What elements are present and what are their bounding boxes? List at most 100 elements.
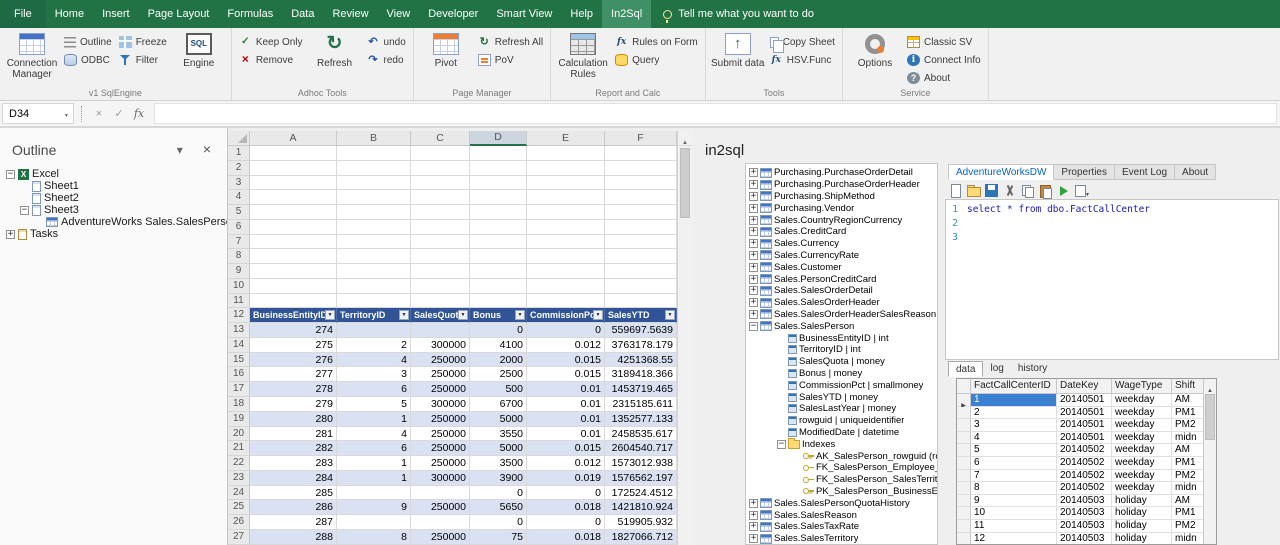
column-header-b[interactable]: B (337, 131, 411, 146)
cell-d25[interactable]: 5650 (470, 500, 527, 515)
cell-f21[interactable]: 2604540.717 (605, 441, 677, 456)
row-selector[interactable] (957, 495, 971, 508)
cell-f1[interactable] (605, 146, 677, 161)
cell-f22[interactable]: 1573012.938 (605, 456, 677, 471)
cell-c9[interactable] (411, 264, 470, 279)
button-odbc[interactable]: ODBC (62, 53, 114, 67)
button-keep-only[interactable]: Keep Only (237, 35, 305, 49)
expander-icon[interactable]: + (6, 230, 15, 239)
result-cell[interactable]: PM2 (1172, 520, 1205, 533)
cell-b2[interactable] (337, 161, 411, 176)
cell-f19[interactable]: 1352577.133 (605, 412, 677, 427)
row-header-13[interactable]: 13 (228, 323, 250, 338)
button-connect-info[interactable]: Connect Info (905, 53, 983, 67)
result-cell[interactable]: AM (1172, 495, 1205, 508)
cell-d7[interactable] (470, 235, 527, 250)
result-cell[interactable]: 20140503 (1057, 507, 1112, 520)
result-cell[interactable]: PM1 (1172, 507, 1205, 520)
button-pov[interactable]: PoV (476, 53, 545, 67)
cell-f14[interactable]: 3763178.179 (605, 338, 677, 353)
expander-icon[interactable]: + (749, 534, 758, 543)
cell-e27[interactable]: 0.018 (527, 530, 605, 545)
cell-e20[interactable]: 0.01 (527, 427, 605, 442)
cell-e1[interactable] (527, 146, 605, 161)
result-cell[interactable]: midn (1172, 482, 1205, 495)
result-cell[interactable]: 10 (971, 507, 1057, 520)
db-node-ak-salesperson-rowguid-rowguid[interactable]: AK_SalesPerson_rowguid (rowguid) (746, 450, 937, 462)
row-header-16[interactable]: 16 (228, 367, 250, 382)
cell-b7[interactable] (337, 235, 411, 250)
result-cell[interactable]: weekday (1112, 394, 1172, 407)
cell-e10[interactable] (527, 279, 605, 294)
cell-e23[interactable]: 0.019 (527, 471, 605, 486)
db-node-purchasing-vendor[interactable]: +Purchasing.Vendor (746, 202, 937, 214)
cell-a2[interactable] (250, 161, 337, 176)
cell-c3[interactable] (411, 176, 470, 191)
expander-icon[interactable]: + (749, 522, 758, 531)
cell-a18[interactable]: 279 (250, 397, 337, 412)
cell-f5[interactable] (605, 205, 677, 220)
cell-c24[interactable] (411, 486, 470, 501)
button-submit-data[interactable]: Submit data (711, 30, 765, 86)
cell-c13[interactable] (411, 323, 470, 338)
cell-f23[interactable]: 1576562.197 (605, 471, 677, 486)
result-cell[interactable]: 11 (971, 520, 1057, 533)
row-selector[interactable] (957, 444, 971, 457)
cell-c18[interactable]: 300000 (411, 397, 470, 412)
cell-e7[interactable] (527, 235, 605, 250)
cell-f20[interactable]: 2458535.617 (605, 427, 677, 442)
cell-a6[interactable] (250, 220, 337, 235)
result-cell[interactable]: PM1 (1172, 407, 1205, 420)
result-tab-log[interactable]: log (983, 361, 1010, 377)
cell-b4[interactable] (337, 190, 411, 205)
result-cell[interactable]: PM1 (1172, 457, 1205, 470)
cell-c19[interactable]: 250000 (411, 412, 470, 427)
filter-dropdown-icon[interactable] (458, 310, 468, 320)
db-node-commissionpct-smallmoney[interactable]: CommissionPct | smallmoney (746, 379, 937, 391)
db-node-sales-salesperson[interactable]: −Sales.SalesPerson (746, 320, 937, 332)
cell-a26[interactable]: 287 (250, 515, 337, 530)
cell-c12[interactable]: SalesQuota (411, 308, 470, 323)
db-node-businessentityid-int[interactable]: BusinessEntityID | int (746, 332, 937, 344)
row-header-17[interactable]: 17 (228, 382, 250, 397)
cell-b11[interactable] (337, 294, 411, 309)
cell-c11[interactable] (411, 294, 470, 309)
cell-b27[interactable]: 8 (337, 530, 411, 545)
cell-b9[interactable] (337, 264, 411, 279)
db-node-sales-currencyrate[interactable]: +Sales.CurrencyRate (746, 250, 937, 262)
cell-a27[interactable]: 288 (250, 530, 337, 545)
cell-e19[interactable]: 0.01 (527, 412, 605, 427)
copy-icon[interactable] (1020, 183, 1035, 198)
filter-dropdown-icon[interactable] (515, 310, 525, 320)
cell-c15[interactable]: 250000 (411, 353, 470, 368)
cell-f12[interactable]: SalesYTD (605, 308, 677, 323)
cell-b24[interactable] (337, 486, 411, 501)
result-cell[interactable]: 20140501 (1057, 432, 1112, 445)
row-header-5[interactable]: 5 (228, 205, 250, 220)
cell-e2[interactable] (527, 161, 605, 176)
cell-d24[interactable]: 0 (470, 486, 527, 501)
button-freeze[interactable]: Freeze (117, 35, 169, 49)
result-cell[interactable]: weekday (1112, 470, 1172, 483)
db-node-fk-salesperson-salesterritory-terr[interactable]: FK_SalesPerson_SalesTerritory_Terr (746, 474, 937, 486)
filter-dropdown-icon[interactable] (665, 310, 675, 320)
result-col-datekey[interactable]: DateKey (1057, 379, 1112, 394)
cell-f11[interactable] (605, 294, 677, 309)
expander-icon[interactable]: + (749, 192, 758, 201)
cell-c17[interactable]: 250000 (411, 382, 470, 397)
cell-d6[interactable] (470, 220, 527, 235)
cell-c1[interactable] (411, 146, 470, 161)
cell-a9[interactable] (250, 264, 337, 279)
result-cell[interactable]: AM (1172, 444, 1205, 457)
column-header-e[interactable]: E (527, 131, 605, 146)
db-node-salesytd-money[interactable]: SalesYTD | money (746, 391, 937, 403)
cell-d3[interactable] (470, 176, 527, 191)
button-options[interactable]: Options (848, 30, 902, 86)
cell-e5[interactable] (527, 205, 605, 220)
cell-c4[interactable] (411, 190, 470, 205)
cell-d21[interactable]: 5000 (470, 441, 527, 456)
cell-d22[interactable]: 3500 (470, 456, 527, 471)
new-query-icon[interactable] (948, 183, 963, 198)
tab-insert[interactable]: Insert (93, 0, 139, 28)
result-cell[interactable]: holiday (1112, 533, 1172, 545)
